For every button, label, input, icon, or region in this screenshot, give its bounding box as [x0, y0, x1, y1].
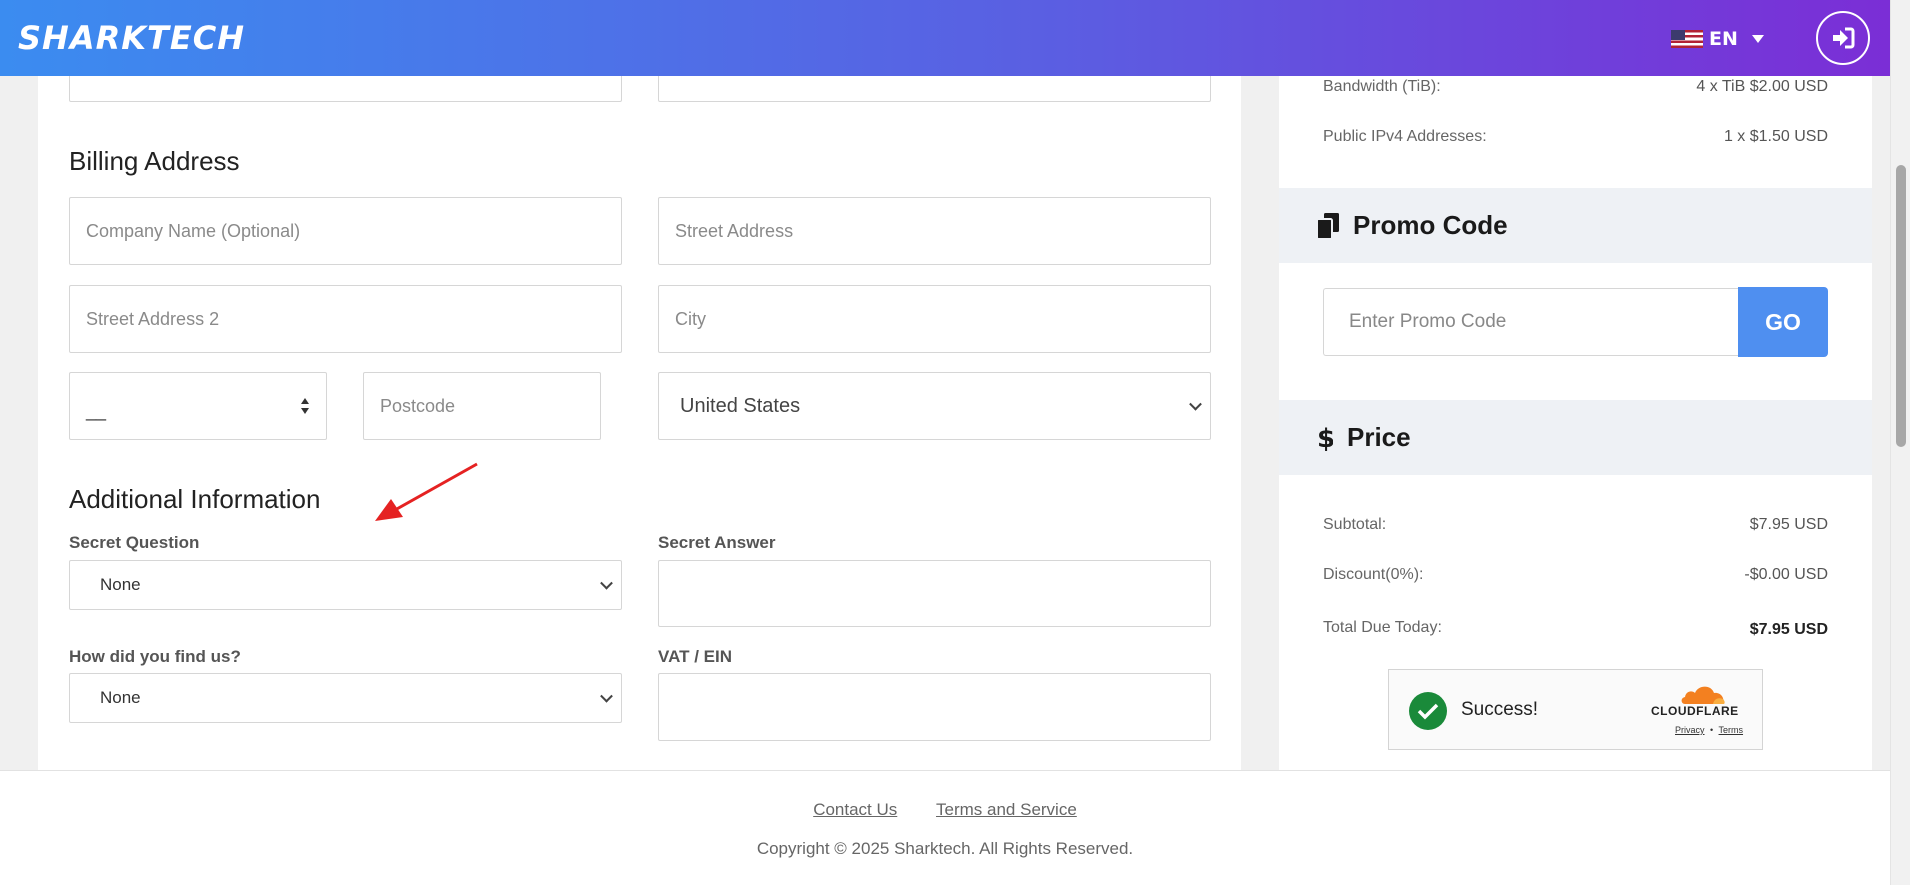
state-select[interactable]: __ [69, 372, 327, 440]
promo-code-placeholder: Enter Promo Code [1349, 311, 1507, 332]
city-input[interactable]: City [658, 285, 1211, 353]
checkout-form-card: Billing Address Company Name (Optional) … [38, 66, 1241, 770]
promo-go-button[interactable]: GO [1738, 287, 1828, 357]
promo-code-input[interactable]: Enter Promo Code [1323, 288, 1739, 356]
secret-question-value: None [100, 575, 141, 594]
chevron-down-icon [1189, 397, 1202, 411]
dollar-icon: $ [1317, 424, 1333, 452]
billing-address-heading: Billing Address [69, 146, 240, 176]
subtotal-label: Subtotal: [1323, 516, 1387, 533]
captcha-links: Privacy • Terms [1675, 725, 1743, 735]
success-check-icon [1409, 692, 1447, 730]
postcode-placeholder: Postcode [380, 395, 456, 416]
page-footer: Contact Us Terms and Service Copyright ©… [0, 770, 1890, 885]
find-us-value: None [100, 688, 141, 707]
promo-code-header: Promo Code [1279, 188, 1872, 263]
country-value: United States [680, 394, 801, 417]
how-did-you-find-us-label: How did you find us? [69, 647, 241, 666]
bandwidth-value: 4 x TiB $2.00 USD [1696, 78, 1828, 95]
street-address-placeholder: Street Address [675, 220, 794, 241]
discount-value: -$0.00 USD [1744, 566, 1828, 583]
cloudflare-logo: CLOUDFLARE [1651, 704, 1739, 718]
postcode-input[interactable]: Postcode [363, 372, 601, 440]
language-label: EN [1709, 28, 1738, 50]
top-nav-bar: SHARKTECH EN [0, 0, 1890, 76]
country-select[interactable]: United States [658, 372, 1211, 440]
total-due-value: $7.95 USD [1749, 621, 1828, 638]
vat-ein-input[interactable] [658, 673, 1211, 741]
state-value: __ [86, 400, 107, 421]
terms-and-service-link[interactable]: Terms and Service [936, 800, 1077, 819]
city-placeholder: City [675, 308, 706, 329]
secret-question-select[interactable]: None [69, 560, 622, 610]
discount-label: Discount(0%): [1323, 566, 1424, 583]
vat-ein-label: VAT / EIN [658, 647, 732, 666]
secret-answer-input[interactable] [658, 560, 1211, 627]
annotation-arrow-icon [375, 462, 478, 521]
order-summary-panel: Bandwidth (TiB): 4 x TiB $2.00 USD Publi… [1279, 76, 1872, 770]
language-selector[interactable]: EN [1671, 26, 1764, 52]
page-scrollbar[interactable] [1890, 0, 1910, 885]
price-header: $ Price [1279, 400, 1872, 475]
company-name-input[interactable]: Company Name (Optional) [69, 197, 622, 265]
scrollbar-thumb[interactable] [1896, 165, 1906, 447]
cloudflare-cloud-icon [1681, 686, 1725, 704]
cloudflare-turnstile-widget[interactable]: Success! CLOUDFLARE Privacy • Terms [1388, 669, 1763, 750]
copy-icon [1317, 212, 1339, 239]
total-due-label: Total Due Today: [1323, 619, 1442, 636]
ipv4-label: Public IPv4 Addresses: [1323, 128, 1487, 145]
captcha-link-separator: • [1710, 725, 1714, 735]
ipv4-row: Public IPv4 Addresses: 1 x $1.50 USD [1323, 128, 1828, 146]
ipv4-value: 1 x $1.50 USD [1723, 128, 1828, 145]
contact-us-link[interactable]: Contact Us [813, 800, 897, 819]
bandwidth-label: Bandwidth (TiB): [1323, 78, 1441, 95]
caret-down-icon [1751, 35, 1764, 43]
sharktech-logo[interactable]: SHARKTECH [18, 18, 245, 58]
footer-links: Contact Us Terms and Service [0, 800, 1890, 820]
captcha-terms-link[interactable]: Terms [1719, 725, 1744, 735]
secret-answer-label: Secret Answer [658, 533, 776, 552]
company-name-placeholder: Company Name (Optional) [86, 220, 301, 241]
sort-arrows-icon [300, 398, 310, 414]
subtotal-row: Subtotal: $7.95 USD [1323, 516, 1828, 534]
promo-code-title: Promo Code [1353, 210, 1508, 240]
additional-information-heading: Additional Information [69, 484, 321, 514]
copyright-text: Copyright © 2025 Sharktech. All Rights R… [756, 839, 1134, 858]
secret-question-label: Secret Question [69, 533, 200, 552]
street-address-2-input[interactable]: Street Address 2 [69, 285, 622, 353]
how-did-you-find-us-select[interactable]: None [69, 673, 622, 723]
captcha-privacy-link[interactable]: Privacy [1675, 725, 1705, 735]
captcha-status: Success! [1461, 699, 1539, 720]
sign-in-icon [1833, 27, 1855, 49]
chevron-down-icon [600, 576, 613, 590]
bandwidth-row: Bandwidth (TiB): 4 x TiB $2.00 USD [1323, 78, 1828, 96]
svg-text:$: $ [1317, 424, 1333, 452]
street-address-input[interactable]: Street Address [658, 197, 1211, 265]
street-address-2-placeholder: Street Address 2 [86, 308, 220, 329]
chevron-down-icon [600, 689, 613, 703]
price-title: Price [1347, 422, 1411, 452]
discount-row: Discount(0%): -$0.00 USD [1323, 566, 1828, 584]
login-button[interactable] [1816, 11, 1870, 65]
us-flag-icon [1671, 30, 1703, 48]
subtotal-value: $7.95 USD [1749, 516, 1828, 533]
total-due-row: Total Due Today: $7.95 USD [1323, 619, 1828, 639]
